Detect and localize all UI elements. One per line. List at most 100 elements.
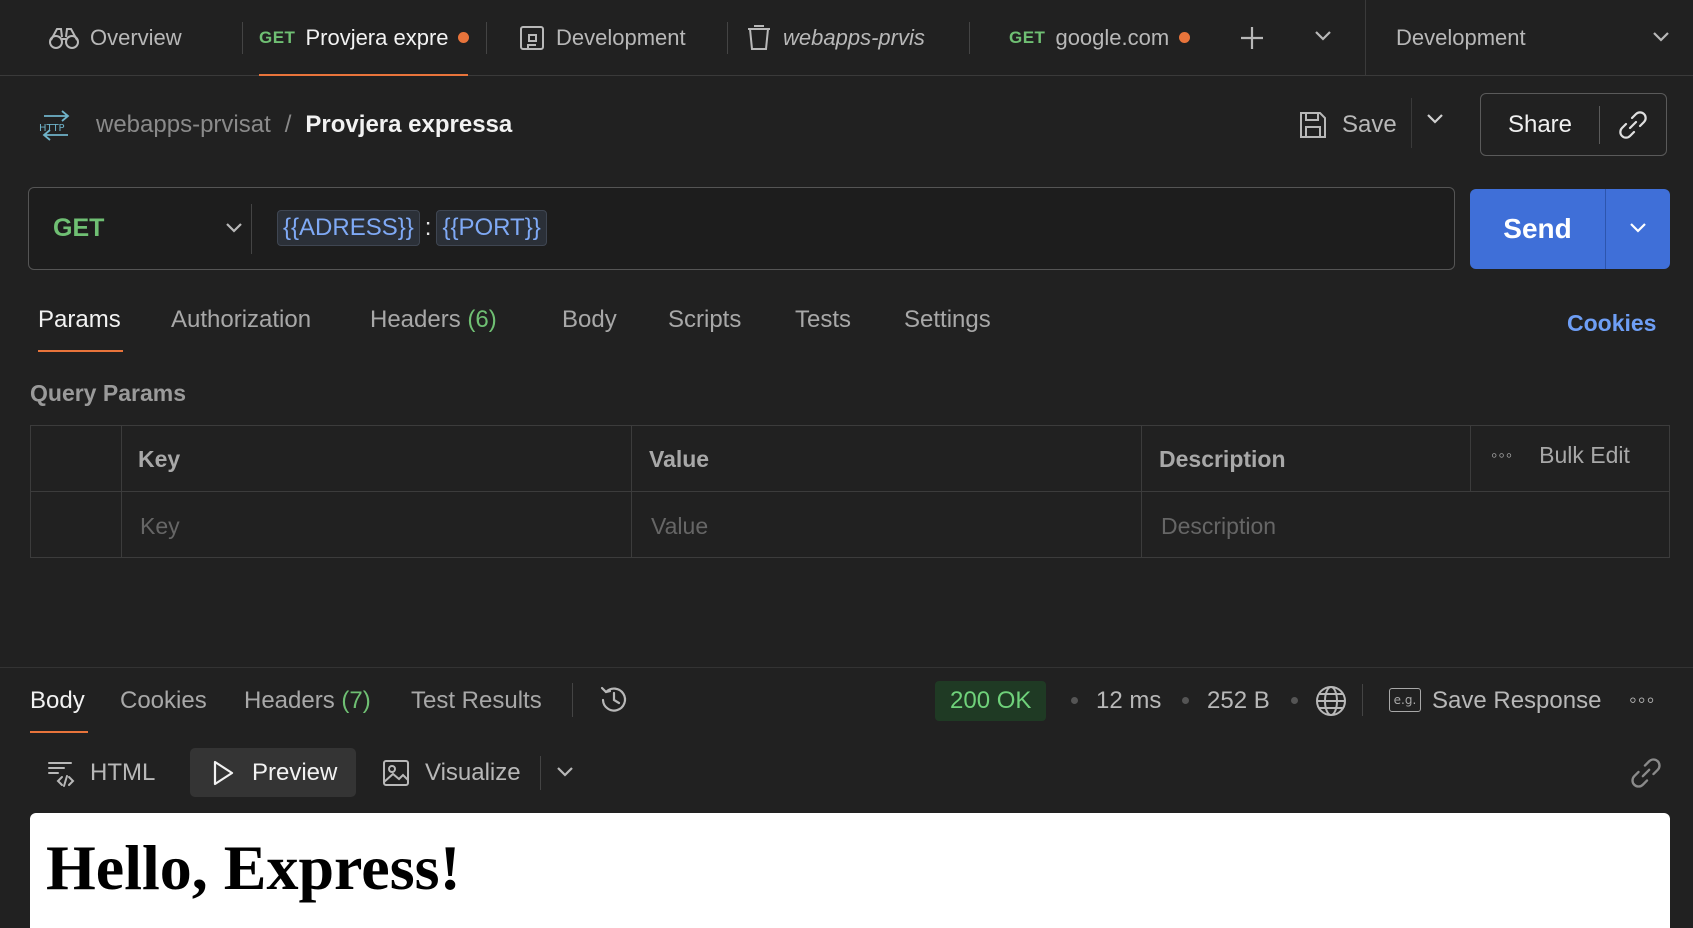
view-visualize-button[interactable]: Visualize: [381, 749, 521, 797]
example-eg-icon[interactable]: e.g.: [1389, 688, 1421, 712]
query-params-title: Query Params: [30, 380, 186, 406]
column-header-value: Value: [649, 446, 710, 472]
share-button[interactable]: Share: [1481, 111, 1599, 139]
tab-collection-label: webapps-prvis: [783, 24, 925, 50]
response-tab-test-results[interactable]: Test Results: [411, 687, 542, 715]
bulk-edit-button[interactable]: Bulk Edit: [1539, 442, 1630, 469]
workspace-tab-bar: Overview GET Provjera expre Development …: [0, 0, 1693, 76]
view-separator: [540, 756, 541, 790]
tab-tests[interactable]: Tests: [795, 306, 851, 334]
response-more-options-icon[interactable]: ◦◦◦: [1629, 687, 1655, 713]
send-options-chevron-down-icon[interactable]: [1628, 221, 1648, 235]
request-title[interactable]: Provjera expressa: [305, 111, 512, 139]
response-tab-body[interactable]: Body: [30, 687, 85, 715]
url-variable-port[interactable]: {{PORT}}: [436, 210, 547, 246]
response-tab-headers[interactable]: Headers (7): [244, 687, 371, 715]
unsaved-dot-icon: [1179, 32, 1191, 43]
play-icon: [210, 759, 236, 787]
breadcrumb-collection-link[interactable]: webapps-prvisat: [96, 111, 271, 139]
http-icon: HTTP: [38, 109, 74, 141]
save-button[interactable]: Save: [1298, 102, 1397, 148]
tab-body[interactable]: Body: [562, 306, 617, 334]
column-header-key: Key: [138, 446, 181, 472]
html-code-icon: [46, 758, 76, 788]
tab-overview[interactable]: Overview: [48, 0, 238, 75]
status-badge[interactable]: 200 OK: [935, 681, 1047, 721]
request-url-bar: GET {{ADRESS}} : {{PORT}}: [28, 187, 1455, 270]
binoculars-icon: [48, 25, 80, 51]
column-header-description: Description: [1159, 446, 1286, 472]
tab-headers-label: Headers: [370, 306, 461, 333]
tab-method-badge: GET: [1009, 27, 1046, 47]
save-disk-icon: [1298, 110, 1328, 140]
globe-icon[interactable]: [1314, 684, 1348, 718]
save-options-chevron-down-icon[interactable]: [1425, 112, 1445, 126]
unsaved-dot-icon: [458, 32, 469, 43]
cookies-link[interactable]: Cookies: [1567, 310, 1656, 337]
view-html-button[interactable]: HTML: [46, 749, 155, 797]
http-method-select[interactable]: GET: [53, 214, 104, 243]
view-html-label: HTML: [90, 759, 156, 786]
tab-request-label: Provjera expre: [305, 24, 448, 50]
copy-response-link-icon[interactable]: [1630, 757, 1662, 789]
send-button-group: Send: [1470, 189, 1670, 269]
tab-collection-webapps[interactable]: webapps-prvis: [745, 0, 937, 75]
more-options-icon[interactable]: ◦◦◦: [1491, 445, 1513, 466]
url-input[interactable]: {{ADRESS}} : {{PORT}}: [277, 210, 547, 246]
url-variable-address[interactable]: {{ADRESS}}: [277, 210, 420, 246]
param-description-input[interactable]: Description: [1161, 513, 1276, 540]
tab-settings[interactable]: Settings: [904, 306, 991, 334]
active-response-tab-indicator: [30, 731, 88, 733]
tab-separator: [242, 22, 243, 54]
tab-headers-count: (6): [467, 306, 497, 333]
tab-params[interactable]: Params: [38, 306, 121, 334]
breadcrumb: HTTP webapps-prvisat / Provjera expressa: [38, 104, 512, 146]
tab-environment-development[interactable]: Development: [518, 0, 718, 75]
tab-scripts[interactable]: Scripts: [668, 306, 741, 334]
tab-authorization[interactable]: Authorization: [171, 306, 311, 334]
meta-separator-dot: [1291, 697, 1298, 704]
column-divider: [1470, 426, 1471, 491]
tab-separator: [727, 22, 728, 54]
new-tab-plus-icon[interactable]: [1238, 24, 1266, 52]
save-label: Save: [1342, 111, 1397, 138]
param-key-input[interactable]: Key: [140, 513, 180, 540]
environment-selector-label: Development: [1396, 24, 1526, 50]
response-size[interactable]: 252 B: [1207, 687, 1270, 715]
response-pane-divider[interactable]: [0, 667, 1693, 668]
tab-provjera-expressa[interactable]: GET Provjera expre: [259, 0, 469, 75]
save-separator: [1411, 98, 1412, 148]
history-clock-icon[interactable]: [598, 684, 630, 716]
url-colon: :: [424, 214, 432, 241]
environment-selector[interactable]: Development: [1365, 0, 1693, 75]
meta-separator-dot: [1182, 697, 1189, 704]
image-icon: [381, 758, 411, 788]
send-button[interactable]: Send: [1470, 189, 1605, 269]
response-tab-cookies[interactable]: Cookies: [120, 687, 207, 715]
preview-heading: Hello, Express!: [46, 832, 461, 903]
tab-overview-label: Overview: [90, 24, 182, 50]
share-button-group: Share: [1480, 93, 1667, 156]
save-response-button[interactable]: Save Response: [1432, 687, 1601, 715]
view-visualize-label: Visualize: [425, 759, 521, 786]
response-tab-headers-count: (7): [341, 687, 371, 714]
param-value-input[interactable]: Value: [651, 513, 708, 540]
tabs-overflow-chevron-down-icon[interactable]: [1313, 29, 1333, 43]
row-divider: [31, 491, 1669, 492]
svg-text:HTTP: HTTP: [39, 123, 65, 134]
meta-separator-dot: [1071, 697, 1078, 704]
response-preview-pane: Hello, Express!: [30, 813, 1670, 928]
response-time[interactable]: 12 ms: [1096, 687, 1161, 715]
view-preview-label: Preview: [252, 758, 338, 786]
copy-link-icon[interactable]: [1600, 110, 1666, 140]
environment-icon: [518, 24, 546, 52]
query-params-table: Key Value Description ◦◦◦ Bulk Edit Key …: [30, 425, 1670, 558]
method-chevron-down-icon[interactable]: [224, 221, 244, 235]
view-preview-button[interactable]: Preview: [190, 748, 356, 797]
view-options-chevron-down-icon[interactable]: [555, 765, 575, 779]
tab-method-badge: GET: [259, 27, 296, 47]
tab-google[interactable]: GET google.com: [1009, 0, 1199, 75]
meta-separator: [1362, 684, 1363, 716]
tab-separator: [969, 22, 970, 54]
tab-headers[interactable]: Headers (6): [370, 306, 497, 334]
